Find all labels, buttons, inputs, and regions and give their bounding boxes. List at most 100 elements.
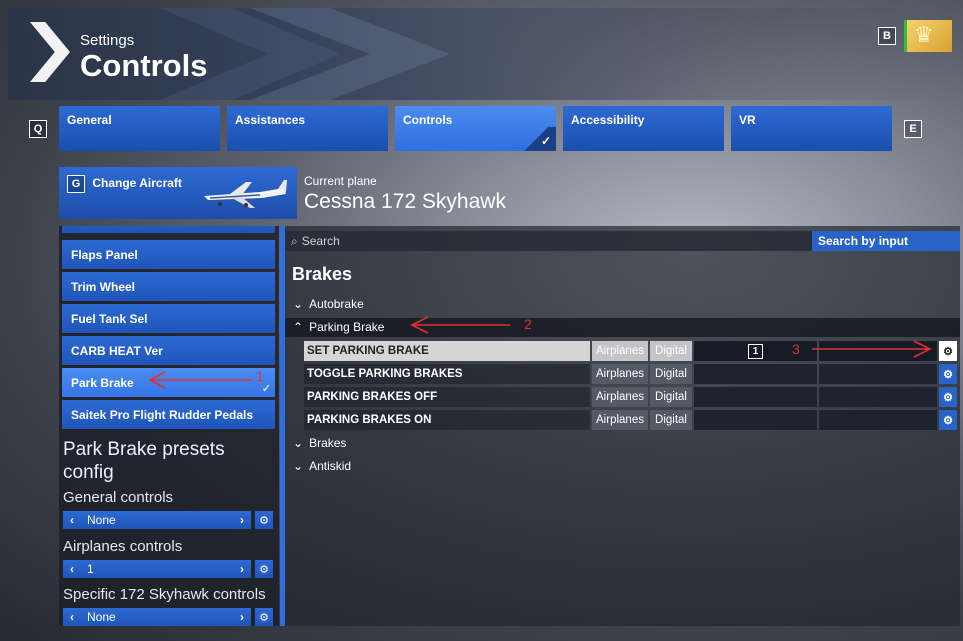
annotation-label-1: 1 bbox=[256, 368, 264, 384]
binding-category: Airplanes bbox=[592, 387, 648, 407]
device-label: Fuel Tank Sel bbox=[71, 311, 148, 326]
binding-name: PARKING BRAKES OFF bbox=[304, 387, 590, 407]
group-highlight bbox=[285, 318, 960, 337]
selector-value: None bbox=[87, 513, 116, 527]
device-item-fuel-tank-sel[interactable]: Fuel Tank Sel bbox=[62, 304, 275, 333]
device-label: Trim Wheel bbox=[71, 279, 136, 294]
device-label: Park Brake bbox=[71, 375, 134, 390]
binding-slot-1[interactable] bbox=[694, 410, 817, 430]
change-aircraft-label: Change Aircraft bbox=[92, 176, 182, 191]
gear-icon: ⚙ bbox=[259, 611, 269, 624]
binding-gear-button[interactable]: ⚙ bbox=[939, 387, 957, 407]
binding-name: PARKING BRAKES ON bbox=[304, 410, 590, 430]
search-by-input-button[interactable]: Search by input bbox=[812, 231, 960, 251]
binding-type: Digital bbox=[650, 410, 692, 430]
group-label: Brakes bbox=[309, 436, 347, 450]
device-label: Flaps Panel bbox=[71, 247, 138, 262]
tab-controls[interactable]: Controls ✓ bbox=[395, 106, 556, 151]
device-item-park-brake[interactable]: Park Brake ✓ bbox=[62, 368, 275, 397]
chevron-left-icon[interactable]: ‹ bbox=[63, 610, 81, 624]
tab-label: Assistances bbox=[235, 113, 306, 127]
tab-label: General bbox=[67, 113, 112, 127]
chevron-left-icon[interactable]: ‹ bbox=[63, 513, 81, 527]
annotation-label-2: 2 bbox=[524, 316, 532, 332]
gear-icon: ⚙ bbox=[259, 514, 269, 527]
section-title: Brakes bbox=[292, 264, 353, 284]
prev-tab-key-hint[interactable]: Q bbox=[29, 120, 47, 138]
binding-slot-2[interactable] bbox=[819, 387, 937, 407]
device-label: Saitek Pro Flight Rudder Pedals bbox=[71, 407, 254, 422]
search-placeholder: Search bbox=[301, 234, 340, 248]
binding-name: SET PARKING BRAKE bbox=[304, 341, 590, 361]
chevron-down-icon: ⌄ bbox=[293, 436, 304, 450]
binding-name: TOGGLE PARKING BRAKES bbox=[304, 364, 590, 384]
specific-gear-button[interactable]: ⚙ bbox=[255, 608, 273, 626]
next-tab-key-hint[interactable]: E bbox=[904, 120, 922, 138]
chevron-right-icon[interactable]: › bbox=[233, 610, 251, 624]
check-icon: ✓ bbox=[516, 127, 556, 151]
general-controls-selector[interactable]: ‹ None › bbox=[63, 511, 251, 529]
group-label: Antiskid bbox=[309, 459, 352, 473]
binding-type: Digital bbox=[650, 364, 692, 384]
tab-vr[interactable]: VR bbox=[731, 106, 892, 151]
tab-general[interactable]: General bbox=[59, 106, 220, 151]
chevron-down-icon: ⌄ bbox=[293, 459, 304, 473]
binding-row[interactable]: PARKING BRAKES ON Airplanes Digital ⚙ bbox=[304, 410, 960, 430]
binding-type: Digital bbox=[650, 341, 692, 361]
device-item-trim-wheel[interactable]: Trim Wheel bbox=[62, 272, 275, 301]
general-gear-button[interactable]: ⚙ bbox=[255, 511, 273, 529]
binding-category: Airplanes bbox=[592, 364, 648, 384]
device-label: CARB HEAT Ver bbox=[71, 343, 163, 358]
gear-icon: ⚙ bbox=[943, 368, 953, 381]
presets-title: Park Brake presets config bbox=[63, 439, 225, 483]
back-key-hint[interactable]: B bbox=[878, 27, 896, 45]
device-item-carb-heat[interactable]: CARB HEAT Ver bbox=[62, 336, 275, 365]
group-parking-brake[interactable]: ⌃ Parking Brake bbox=[293, 320, 384, 334]
general-controls-label: General controls bbox=[63, 489, 174, 506]
group-autobrake[interactable]: ⌄ Autobrake bbox=[293, 297, 364, 311]
group-brakes[interactable]: ⌄ Brakes bbox=[293, 436, 346, 450]
current-plane-name: Cessna 172 Skyhawk bbox=[304, 190, 506, 213]
annotation-label-3: 3 bbox=[792, 341, 800, 357]
binding-category: Airplanes bbox=[592, 410, 648, 430]
tab-label: Controls bbox=[403, 113, 453, 127]
binding-slot-2[interactable] bbox=[819, 364, 937, 384]
binding-row[interactable]: TOGGLE PARKING BRAKES Airplanes Digital … bbox=[304, 364, 960, 384]
tab-label: Accessibility bbox=[571, 113, 645, 127]
binding-slot-1[interactable] bbox=[694, 364, 817, 384]
binding-gear-button[interactable]: ⚙ bbox=[939, 364, 957, 384]
specific-controls-label: Specific 172 Skyhawk controls bbox=[63, 586, 266, 603]
device-item-partial[interactable] bbox=[62, 226, 275, 233]
airplanes-controls-selector[interactable]: ‹ 1 › bbox=[63, 560, 251, 578]
chevron-down-icon: ⌄ bbox=[293, 297, 304, 311]
binding-slot-2[interactable] bbox=[819, 410, 937, 430]
airplanes-gear-button[interactable]: ⚙ bbox=[255, 560, 273, 578]
chevron-left-icon[interactable]: ‹ bbox=[63, 562, 81, 576]
binding-slot-1[interactable] bbox=[694, 387, 817, 407]
device-item-flaps-panel[interactable]: Flaps Panel bbox=[62, 240, 275, 269]
binding-gear-button[interactable]: ⚙ bbox=[939, 341, 957, 361]
tab-accessibility[interactable]: Accessibility bbox=[563, 106, 724, 151]
device-item-rudder-pedals[interactable]: Saitek Pro Flight Rudder Pedals bbox=[62, 400, 275, 429]
tab-assistances[interactable]: Assistances bbox=[227, 106, 388, 151]
group-antiskid[interactable]: ⌄ Antiskid bbox=[293, 459, 351, 473]
page-title: Controls bbox=[80, 48, 208, 83]
group-label: Autobrake bbox=[309, 297, 364, 311]
change-key-hint: G bbox=[67, 175, 85, 193]
gear-icon: ⚙ bbox=[259, 563, 269, 576]
binding-row[interactable]: PARKING BRAKES OFF Airplanes Digital ⚙ bbox=[304, 387, 960, 407]
binding-slot-2[interactable] bbox=[819, 341, 937, 361]
selector-value: 1 bbox=[87, 562, 94, 576]
binding-type: Digital bbox=[650, 387, 692, 407]
chevron-right-icon[interactable]: › bbox=[233, 513, 251, 527]
airplane-icon bbox=[204, 180, 287, 208]
chevron-right-icon[interactable]: › bbox=[233, 562, 251, 576]
current-plane-label: Current plane bbox=[304, 174, 377, 188]
specific-controls-selector[interactable]: ‹ None › bbox=[63, 608, 251, 626]
binding-row[interactable]: SET PARKING BRAKE Airplanes Digital 1 ⚙ bbox=[304, 341, 960, 361]
gear-icon: ⚙ bbox=[943, 391, 953, 404]
binding-gear-button[interactable]: ⚙ bbox=[939, 410, 957, 430]
search-icon: ⌕ bbox=[291, 233, 298, 248]
binding-category: Airplanes bbox=[592, 341, 648, 361]
gear-icon: ⚙ bbox=[943, 345, 953, 358]
